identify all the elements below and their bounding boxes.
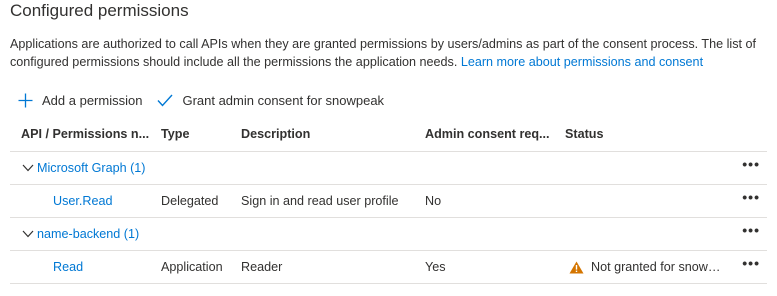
- group-name: name-backend (1): [37, 227, 140, 241]
- group-row-name-backend: name-backend (1) •••: [10, 218, 767, 251]
- permission-type: Application: [161, 260, 223, 274]
- admin-consent-required: No: [425, 194, 442, 208]
- add-permission-label: Add a permission: [42, 92, 143, 108]
- col-api-permissions[interactable]: API / Permissions n...: [21, 127, 149, 141]
- plus-icon: [18, 93, 33, 107]
- page-title: Configured permissions: [10, 1, 189, 20]
- admin-consent-required: Yes: [425, 260, 446, 274]
- permission-link[interactable]: Read: [53, 260, 83, 274]
- checkmark-icon: [157, 94, 173, 107]
- permission-description: Sign in and read user profile: [241, 194, 399, 208]
- permissions-table: API / Permissions n... Type Description …: [10, 118, 767, 284]
- learn-more-link[interactable]: Learn more about permissions and consent: [461, 55, 703, 69]
- toolbar: Add a permission Grant admin consent for…: [18, 90, 384, 110]
- chevron-down-icon: [22, 230, 34, 238]
- table-row: Read Application Reader Yes Not granted …: [10, 251, 767, 284]
- add-permission-button[interactable]: Add a permission: [18, 93, 142, 108]
- permission-link[interactable]: User.Read: [53, 194, 113, 208]
- grant-admin-consent-button[interactable]: Grant admin consent for snowpeak: [157, 93, 384, 108]
- table-header: API / Permissions n... Type Description …: [10, 118, 767, 152]
- permission-status: Not granted for snowpe...: [565, 260, 725, 274]
- group-toggle-microsoft-graph[interactable]: Microsoft Graph (1): [22, 161, 145, 175]
- permission-description: Reader: [241, 260, 283, 274]
- warning-icon: [569, 261, 584, 273]
- more-options-icon[interactable]: •••: [742, 156, 760, 172]
- more-options-icon[interactable]: •••: [742, 189, 760, 205]
- col-admin-consent[interactable]: Admin consent req...: [425, 127, 550, 141]
- col-description[interactable]: Description: [241, 127, 310, 141]
- col-type[interactable]: Type: [161, 127, 189, 141]
- status-text: Not granted for snowpe...: [591, 260, 725, 274]
- group-row-microsoft-graph: Microsoft Graph (1) •••: [10, 152, 767, 185]
- grant-admin-consent-label: Grant admin consent for snowpeak: [182, 92, 385, 108]
- permission-type: Delegated: [161, 194, 219, 208]
- group-name: Microsoft Graph (1): [37, 161, 146, 175]
- group-toggle-name-backend[interactable]: name-backend (1): [22, 227, 139, 241]
- chevron-down-icon: [22, 164, 34, 172]
- more-options-icon[interactable]: •••: [742, 222, 760, 238]
- table-row: User.Read Delegated Sign in and read use…: [10, 185, 767, 218]
- more-options-icon[interactable]: •••: [742, 255, 760, 271]
- col-status[interactable]: Status: [565, 127, 604, 141]
- section-description: Applications are authorized to call APIs…: [10, 35, 770, 71]
